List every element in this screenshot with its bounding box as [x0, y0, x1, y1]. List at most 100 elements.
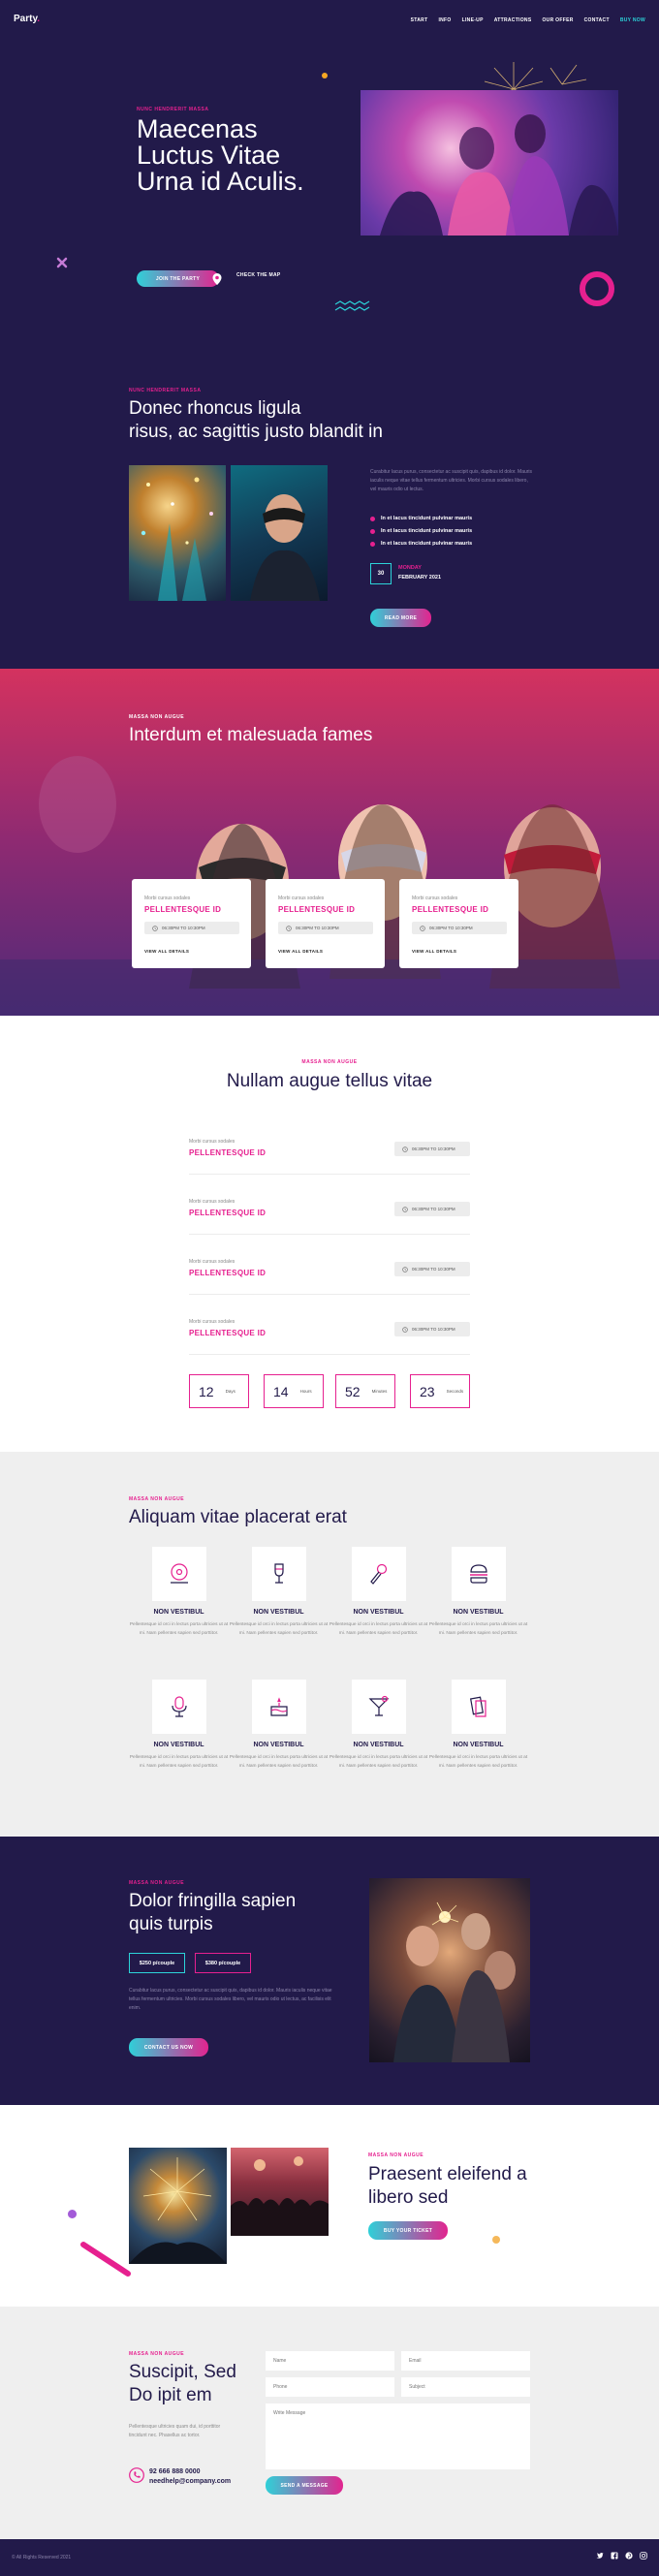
nav-item-line-up[interactable]: LINE-UP	[462, 17, 484, 23]
phone-field[interactable]	[266, 2377, 394, 2397]
read-more-button[interactable]: READ MORE	[370, 609, 431, 627]
nav-item-start[interactable]: START	[411, 17, 428, 23]
gallery-title-line2: libero sed	[368, 2187, 449, 2208]
pricing-section: MASSA NON AUGUE Dolor fringilla sapien q…	[0, 1837, 659, 2105]
sparkler-crowd-photo	[369, 1878, 530, 2062]
nav-item-info[interactable]: INFO	[438, 17, 451, 23]
party-band-section: MASSA NON AUGUE Interdum et malesuada fa…	[0, 669, 659, 1016]
mask-man-photo-art	[250, 494, 320, 601]
bullet-dot	[370, 516, 375, 521]
twitter-icon[interactable]	[596, 2552, 604, 2560]
instagram-icon[interactable]	[640, 2552, 647, 2560]
service-icon-box	[351, 1547, 406, 1601]
card-subtitle: Morbi cursus sodales	[412, 895, 458, 901]
about-bullet-1: In et lacus tincidunt pulvinar mauris	[370, 516, 472, 521]
clock-icon	[402, 1266, 408, 1272]
service-desc: Pellentesque id orci in lectus porta ult…	[329, 1755, 428, 1769]
fireworks-photo	[129, 2148, 227, 2264]
service-icon-box	[151, 1680, 206, 1734]
nav-item-our-offer[interactable]: OUR OFFER	[542, 17, 573, 23]
row-time-text: 06:30PM TO 10:30PM	[412, 1327, 455, 1332]
service-desc: Pellentesque id orci in lectus porta ult…	[129, 1755, 229, 1769]
countdown-days: 12 Days	[189, 1374, 249, 1408]
price-couple-2[interactable]: $380 p/couple	[195, 1953, 251, 1973]
clock-icon	[420, 925, 425, 931]
row-subtitle: Morbi cursus sodales	[189, 1199, 235, 1205]
row-subtitle: Morbi cursus sodales	[189, 1139, 235, 1145]
row-title: PELLENTESQUE ID	[189, 1209, 267, 1217]
schedule-section: MASSA NON AUGUE Nullam augue tellus vita…	[0, 1016, 659, 1452]
band-kicker: MASSA NON AUGUE	[129, 714, 185, 720]
pricing-paragraph: Curabitur lacus purus, consectetur ac su…	[129, 1988, 332, 2011]
schedule-row: Morbi cursus sodales PELLENTESQUE ID 06:…	[189, 1184, 470, 1235]
contact-email[interactable]: needhelp@company.com	[149, 2478, 231, 2485]
hero-section: Party. START INFO LINE-UP ATTRACTIONS OU…	[0, 0, 659, 334]
logo[interactable]: Party.	[14, 14, 40, 24]
gallery-title-line1: Praesent eleifend a	[368, 2164, 527, 2184]
price-couple-1[interactable]: $250 p/couple	[129, 1953, 185, 1973]
countdown-unit: Days	[225, 1389, 235, 1394]
service-item: NON VESTIBUL Pellentesque id orci in lec…	[229, 1547, 329, 1638]
event-card: Morbi cursus sodales PELLENTESQUE ID 06:…	[266, 879, 385, 968]
bullet-text: In et lacus tincidunt pulvinar mauris	[381, 528, 473, 534]
concert-crowd-photo	[231, 2148, 329, 2236]
message-field[interactable]	[266, 2403, 530, 2469]
service-desc: Pellentesque id orci in lectus porta ult…	[428, 1622, 528, 1636]
service-item: NON VESTIBUL Pellentesque id orci in lec…	[428, 1680, 528, 1771]
contact-phone[interactable]: 92 666 888 0000	[149, 2468, 201, 2475]
row-time-text: 06:30PM TO 10:30PM	[412, 1267, 455, 1272]
send-message-button[interactable]: SEND A MESSAGE	[266, 2476, 343, 2495]
view-details-link[interactable]: VIEW ALL DETAILS	[278, 949, 323, 954]
contact-section: MASSA NON AUGUE Suscipit, Sed Do ipit em…	[0, 2307, 659, 2539]
pricing-kicker: MASSA NON AUGUE	[129, 1880, 185, 1886]
email-field[interactable]	[401, 2351, 530, 2371]
buy-ticket-button[interactable]: BUY YOUR TICKET	[368, 2221, 448, 2240]
view-details-link[interactable]: VIEW ALL DETAILS	[412, 949, 456, 954]
service-item: NON VESTIBUL Pellentesque id orci in lec…	[329, 1547, 428, 1638]
card-time: 06:30PM TO 10:30PM	[144, 922, 239, 934]
nav-item-contact[interactable]: CONTACT	[584, 17, 610, 23]
burger-icon	[469, 1564, 487, 1584]
logo-dot: .	[37, 14, 41, 24]
subject-field[interactable]	[401, 2377, 530, 2397]
service-desc: Pellentesque id orci in lectus porta ult…	[229, 1755, 329, 1769]
row-time-text: 06:30PM TO 10:30PM	[412, 1147, 455, 1151]
footer: © All Rights Reserved 2021	[0, 2539, 659, 2576]
zigzag-decoration-icon	[334, 300, 370, 311]
schedule-row: Morbi cursus sodales PELLENTESQUE ID 06:…	[189, 1244, 470, 1295]
card-time-text: 06:30PM TO 10:30PM	[429, 926, 473, 930]
about-kicker: NUNC HENDRERIT MASSA	[129, 388, 202, 393]
contact-kicker: MASSA NON AUGUE	[129, 2351, 185, 2357]
tickets-icon	[469, 1696, 486, 1717]
confetti-photo	[129, 465, 226, 601]
service-title: NON VESTIBUL	[353, 1742, 404, 1748]
about-bullet-3: In et lacus tincidunt pulvinar mauris	[370, 541, 472, 547]
social-links	[596, 2552, 647, 2560]
nav-buy-now[interactable]: BUY NOW	[620, 17, 645, 23]
dot-decoration	[68, 2210, 77, 2218]
bullet-text: In et lacus tincidunt pulvinar mauris	[381, 541, 473, 547]
service-title: NON VESTIBUL	[253, 1742, 304, 1748]
service-desc: Pellentesque id orci in lectus porta ult…	[329, 1622, 428, 1636]
service-icon-box	[451, 1547, 506, 1601]
clock-icon	[402, 1206, 408, 1212]
facebook-icon[interactable]	[611, 2552, 618, 2560]
pinterest-icon[interactable]	[625, 2552, 633, 2560]
services-section: MASSA NON AUGUE Aliquam vitae placerat e…	[0, 1452, 659, 1837]
row-time: 06:30PM TO 10:30PM	[394, 1322, 470, 1336]
service-title: NON VESTIBUL	[453, 1609, 504, 1616]
map-pin-icon	[212, 273, 222, 285]
check-map-link[interactable]: CHECK THE MAP	[236, 272, 281, 278]
clock-icon	[402, 1326, 408, 1333]
join-party-button[interactable]: JOIN THE PARTY	[137, 270, 219, 287]
bullet-dot	[370, 541, 375, 547]
contact-us-button[interactable]: CONTACT US NOW	[129, 2038, 208, 2057]
clock-icon	[286, 925, 292, 931]
vinyl-record-icon	[170, 1563, 188, 1584]
name-field[interactable]	[266, 2351, 394, 2371]
nav-item-attractions[interactable]: ATTRACTIONS	[494, 17, 532, 23]
view-details-link[interactable]: VIEW ALL DETAILS	[144, 949, 189, 954]
countdown-seconds: 23 Seconds	[410, 1374, 470, 1408]
dot-decoration	[322, 73, 328, 79]
pricing-title-line1: Dolor fringilla sapien	[129, 1891, 297, 1911]
